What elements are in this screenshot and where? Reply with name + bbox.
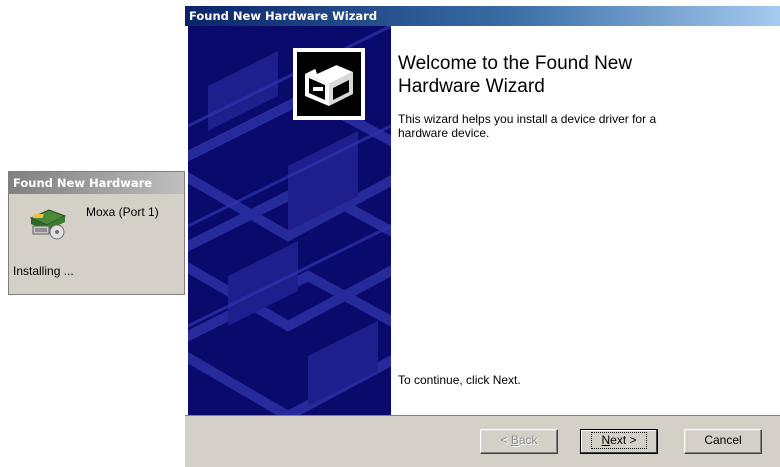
wizard-side-banner bbox=[188, 26, 391, 415]
wizard-description: This wizard helps you install a device d… bbox=[398, 112, 657, 140]
back-button[interactable]: < Back bbox=[480, 429, 558, 454]
next-button-focus: Next > bbox=[591, 432, 647, 449]
found-new-hardware-popup: Found New Hardware Moxa (Port 1) Install… bbox=[8, 171, 185, 295]
back-button-prefix: < bbox=[500, 433, 511, 447]
wizard-button-bar: < Back Next > Cancel bbox=[185, 415, 780, 467]
next-button-label: ext > bbox=[610, 433, 637, 447]
wizard-title-bar[interactable]: Found New Hardware Wizard bbox=[185, 6, 780, 26]
hardware-wizard-icon bbox=[293, 48, 365, 120]
popup-status-text: Installing ... bbox=[13, 264, 74, 278]
back-button-label: ack bbox=[518, 433, 538, 447]
popup-device-name: Moxa (Port 1) bbox=[86, 205, 159, 219]
popup-title: Found New Hardware bbox=[9, 172, 184, 194]
next-button[interactable]: Next > bbox=[580, 429, 658, 454]
wizard-continue-hint: To continue, click Next. bbox=[398, 373, 521, 387]
cancel-button[interactable]: Cancel bbox=[684, 429, 762, 454]
next-button-accel: N bbox=[601, 433, 611, 447]
wizard-heading: Welcome to the Found New Hardware Wizard bbox=[398, 53, 633, 97]
found-new-hardware-wizard: Found New Hardware Wizard Welcome to the… bbox=[185, 6, 780, 467]
hardware-device-icon bbox=[29, 209, 67, 240]
back-button-accel: B bbox=[510, 433, 519, 447]
